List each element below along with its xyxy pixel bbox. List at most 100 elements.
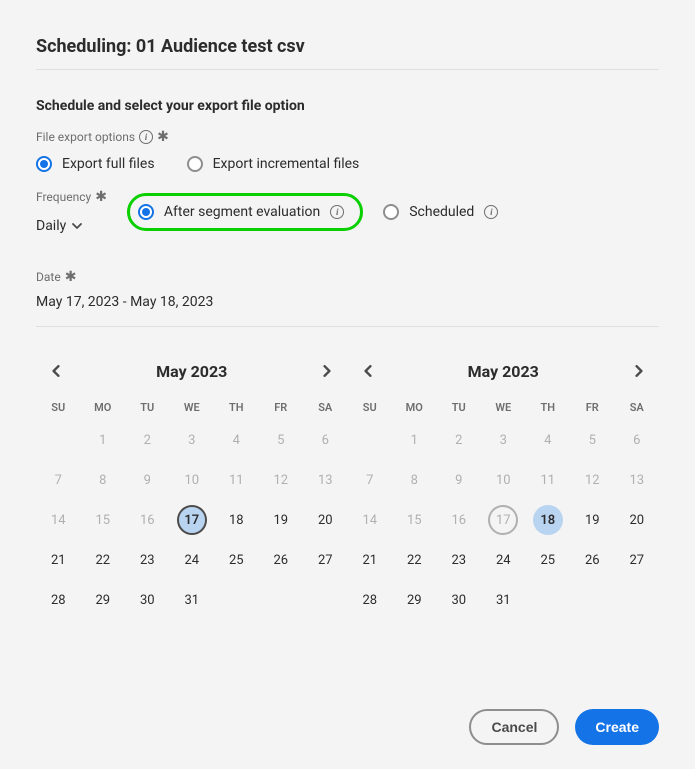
calendar-day[interactable]: 19 [259, 500, 304, 540]
calendar-day[interactable]: 11 [214, 460, 259, 500]
scheduled-option[interactable]: Scheduled i [383, 204, 498, 220]
calendar-day[interactable]: 15 [392, 500, 437, 540]
info-icon[interactable]: i [139, 130, 153, 144]
prev-month-button[interactable] [356, 359, 380, 383]
calendar-day[interactable]: 2 [437, 420, 482, 460]
calendar-day[interactable]: 17 [481, 500, 526, 540]
calendar-day[interactable]: 28 [36, 580, 81, 620]
date-range-value: May 17, 2023 - May 18, 2023 [36, 294, 659, 318]
frequency-section: Frequency ✱ Daily After segment evaluati… [36, 190, 659, 234]
prev-month-button[interactable] [44, 359, 68, 383]
calendar-day[interactable]: 16 [437, 500, 482, 540]
calendar-day [36, 420, 81, 460]
calendar-day[interactable]: 16 [125, 500, 170, 540]
calendar-week: 14151617181920 [348, 500, 660, 540]
calendar-day[interactable]: 12 [570, 460, 615, 500]
calendar-day[interactable]: 19 [570, 500, 615, 540]
calendar-day [615, 580, 660, 620]
weekday-label: WE [481, 395, 526, 420]
calendar-day[interactable]: 20 [615, 500, 660, 540]
calendar-day[interactable]: 8 [392, 460, 437, 500]
calendar-day[interactable]: 14 [36, 500, 81, 540]
export-incremental-files-option[interactable]: Export incremental files [187, 156, 360, 172]
calendar-day[interactable]: 27 [615, 540, 660, 580]
calendar-day[interactable]: 22 [81, 540, 126, 580]
calendar-day[interactable]: 3 [481, 420, 526, 460]
after-segment-evaluation-option[interactable]: After segment evaluation i [138, 204, 344, 220]
calendar-week: 14151617181920 [36, 500, 348, 540]
weekday-label: MO [392, 395, 437, 420]
calendar-month-label: May 2023 [156, 362, 227, 381]
calendar-day[interactable]: 9 [437, 460, 482, 500]
calendar-day[interactable]: 24 [170, 540, 215, 580]
calendar-day[interactable]: 25 [214, 540, 259, 580]
calendar-day[interactable]: 30 [437, 580, 482, 620]
info-icon[interactable]: i [330, 205, 344, 219]
weekday-header: SUMOTUWETHFRSA [36, 395, 348, 420]
frequency-select[interactable]: Daily [36, 218, 107, 234]
calendar-day[interactable]: 3 [170, 420, 215, 460]
next-month-button[interactable] [627, 359, 651, 383]
calendar-day[interactable]: 4 [526, 420, 571, 460]
calendar-day[interactable]: 7 [348, 460, 393, 500]
calendar-day[interactable]: 17 [170, 500, 215, 540]
calendar-day[interactable]: 6 [615, 420, 660, 460]
calendar-day[interactable]: 25 [526, 540, 571, 580]
calendar-day[interactable]: 23 [125, 540, 170, 580]
radio-selected-icon [36, 156, 52, 172]
calendar-day[interactable]: 4 [214, 420, 259, 460]
calendar-day[interactable]: 28 [348, 580, 393, 620]
calendar-day[interactable]: 12 [259, 460, 304, 500]
weekday-label: MO [81, 395, 126, 420]
file-export-section: File export options i ✱ Export full file… [36, 126, 659, 190]
calendar-week: 28293031 [348, 580, 660, 620]
calendar-day[interactable]: 26 [259, 540, 304, 580]
calendar-day[interactable]: 18 [526, 500, 571, 540]
export-full-files-option[interactable]: Export full files [36, 156, 155, 172]
page-title: Scheduling: 01 Audience test csv [36, 36, 659, 70]
info-icon[interactable]: i [484, 205, 498, 219]
calendar-day[interactable]: 5 [570, 420, 615, 460]
calendar-day[interactable]: 13 [615, 460, 660, 500]
calendar-day[interactable]: 26 [570, 540, 615, 580]
calendar-day[interactable]: 2 [125, 420, 170, 460]
calendar-day[interactable]: 9 [125, 460, 170, 500]
calendar-day[interactable]: 13 [303, 460, 348, 500]
weekday-label: FR [259, 395, 304, 420]
calendar-day[interactable]: 11 [526, 460, 571, 500]
calendar-day[interactable]: 22 [392, 540, 437, 580]
next-month-button[interactable] [315, 359, 339, 383]
scheduling-modal: Scheduling: 01 Audience test csv Schedul… [0, 0, 695, 769]
calendar-day[interactable]: 21 [36, 540, 81, 580]
calendar-day[interactable]: 30 [125, 580, 170, 620]
calendar-day[interactable]: 5 [259, 420, 304, 460]
calendar-day[interactable]: 1 [81, 420, 126, 460]
calendar-day[interactable]: 10 [170, 460, 215, 500]
calendar-day[interactable]: 29 [81, 580, 126, 620]
weekday-label: SU [348, 395, 393, 420]
calendar-day[interactable]: 20 [303, 500, 348, 540]
cancel-button[interactable]: Cancel [469, 709, 559, 745]
calendar-day[interactable]: 31 [170, 580, 215, 620]
highlighted-option: After segment evaluation i [127, 193, 363, 231]
calendar-day[interactable]: 15 [81, 500, 126, 540]
calendar-day[interactable]: 6 [303, 420, 348, 460]
calendar-day[interactable]: 29 [392, 580, 437, 620]
chevron-right-icon [633, 365, 645, 377]
calendar-day[interactable]: 21 [348, 540, 393, 580]
calendar-day [259, 580, 304, 620]
calendar-day[interactable]: 7 [36, 460, 81, 500]
calendar-day[interactable]: 24 [481, 540, 526, 580]
create-button[interactable]: Create [575, 709, 659, 745]
calendar-day[interactable]: 23 [437, 540, 482, 580]
calendar-day[interactable]: 14 [348, 500, 393, 540]
date-label: Date ✱ [36, 270, 76, 284]
file-export-label: File export options i ✱ [36, 130, 169, 144]
calendar-day[interactable]: 1 [392, 420, 437, 460]
calendar-day[interactable]: 27 [303, 540, 348, 580]
calendar-day[interactable]: 18 [214, 500, 259, 540]
calendar-header: May 2023 [36, 359, 348, 383]
calendar-day[interactable]: 8 [81, 460, 126, 500]
calendar-day[interactable]: 31 [481, 580, 526, 620]
calendar-day[interactable]: 10 [481, 460, 526, 500]
